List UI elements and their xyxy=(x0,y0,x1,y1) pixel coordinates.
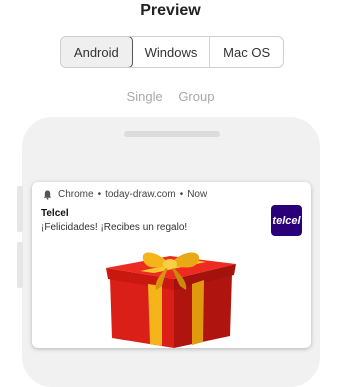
bell-icon xyxy=(43,190,52,200)
platform-selector: Android Windows Mac OS xyxy=(60,36,284,68)
separator-dot: • xyxy=(179,189,184,200)
notification-title: Telcel xyxy=(41,208,69,219)
notification-app: Chrome xyxy=(58,189,94,200)
notification-domain: today-draw.com xyxy=(105,189,176,200)
gift-box-image xyxy=(106,252,236,348)
telcel-logo: telcel xyxy=(271,205,302,236)
separator-dot: • xyxy=(97,189,102,200)
tab-windows[interactable]: Windows xyxy=(133,37,211,67)
tab-group[interactable]: Group xyxy=(178,89,214,104)
phone-side-button xyxy=(17,242,23,288)
tab-android[interactable]: Android xyxy=(61,37,133,67)
view-mode-tabs: Single Group xyxy=(0,89,341,104)
page-title: Preview xyxy=(140,2,201,19)
tab-mac-os[interactable]: Mac OS xyxy=(210,37,283,67)
phone-side-button xyxy=(17,186,23,232)
notification-header: Chrome • today-draw.com • Now xyxy=(43,189,207,200)
tab-single[interactable]: Single xyxy=(127,89,163,104)
notification-body: ¡Felicidades! ¡Recibes un regalo! xyxy=(41,222,188,233)
notification-time: Now xyxy=(187,189,208,200)
notification-card[interactable]: Chrome • today-draw.com • Now Telcel ¡Fe… xyxy=(32,182,311,348)
phone-speaker xyxy=(124,131,220,137)
